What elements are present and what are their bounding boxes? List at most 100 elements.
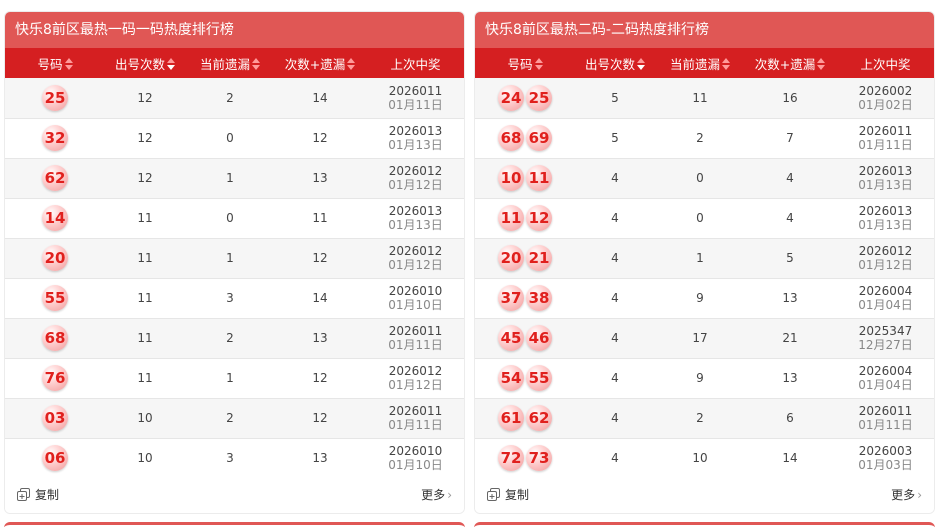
miss-cell: 0 [226,211,234,225]
last-win-cell: 2026011 01月11日 [365,78,464,118]
sort-arrows-icon[interactable] [347,57,356,70]
number-ball: 62 [526,405,552,431]
number-cell: 37 38 [475,278,575,318]
miss-cell: 1 [226,171,234,185]
issue-date: 01月11日 [388,338,443,352]
count-cell: 4 [611,291,619,305]
table-row: 54 55 4 9 13 2026004 01月04日 [475,358,934,398]
miss-cell: 0 [696,211,704,225]
last-win-cell: 2026012 01月12日 [365,238,464,278]
number-cell: 10 11 [475,158,575,198]
column-header-count[interactable]: 出号次数 [575,48,655,78]
count-cell: 11 [137,251,153,265]
column-header-number[interactable]: 号码 [475,48,575,78]
number-ball: 69 [526,125,552,151]
sum-cell: 5 [786,251,794,265]
miss-cell: 1 [226,371,234,385]
column-header-count[interactable]: 出号次数 [105,48,185,78]
issue-date: 01月04日 [858,378,913,392]
table-row: 32 12 0 12 2026013 01月13日 [5,118,464,158]
count-cell: 4 [611,251,619,265]
copy-icon [487,488,500,501]
count-cell: 11 [137,211,153,225]
last-win-cell: 2026010 01月10日 [365,278,464,318]
sum-cell: 12 [312,251,328,265]
last-win-cell: 2026003 01月03日 [835,438,934,478]
last-win-cell: 2026013 01月13日 [835,158,934,198]
last-win-cell: 2026004 01月04日 [835,278,934,318]
last-win-cell: 2026004 01月04日 [835,358,934,398]
number-ball: 68 [498,125,524,151]
miss-cell: 2 [226,90,234,105]
issue-number: 2026013 [388,124,443,138]
sum-cell: 13 [782,291,798,305]
issue-number: 2026011 [858,124,913,138]
number-ball: 03 [42,405,68,431]
column-header-sum[interactable]: 次数+遗漏 [275,48,365,78]
last-win-cell: 2026013 01月13日 [365,118,464,158]
miss-cell: 1 [696,251,704,265]
copy-icon [17,488,30,501]
count-cell: 10 [137,411,153,425]
number-ball: 06 [42,445,68,471]
miss-cell: 2 [226,411,234,425]
table-row: 14 11 0 11 2026013 01月13日 [5,198,464,238]
count-cell: 11 [137,371,153,385]
hot-one-code-panel: 快乐8前区最热一码一码热度排行榜 号码 出号次数 当前遗漏 次数+遗漏 上次中奖… [4,11,465,514]
table-row: 25 12 2 14 2026011 01月11日 [5,78,464,118]
sort-arrows-icon[interactable] [167,57,175,70]
column-header-miss[interactable]: 当前遗漏 [185,48,275,78]
count-cell: 5 [611,90,619,105]
count-cell: 12 [137,131,153,145]
sum-cell: 12 [312,371,328,385]
more-link[interactable]: 更多 › [891,486,922,503]
number-ball: 21 [526,245,552,271]
number-cell: 32 [5,118,105,158]
column-header-miss[interactable]: 当前遗漏 [655,48,745,78]
copy-button[interactable]: 复制 [487,486,529,503]
count-cell: 4 [611,171,619,185]
issue-number: 2026012 [388,164,443,178]
miss-cell: 11 [692,90,708,105]
more-link[interactable]: 更多 › [421,486,452,503]
table-row: 62 12 1 13 2026012 01月12日 [5,158,464,198]
number-ball: 25 [42,84,68,111]
number-cell: 20 [5,238,105,278]
number-cell: 68 69 [475,118,575,158]
number-cell: 76 [5,358,105,398]
sort-arrows-icon[interactable] [64,57,73,70]
sort-arrows-icon[interactable] [637,57,645,70]
column-header-number[interactable]: 号码 [5,48,105,78]
last-win-cell: 2026002 01月02日 [835,78,934,118]
sort-arrows-icon[interactable] [817,57,826,70]
table-row: 76 11 1 12 2026012 01月12日 [5,358,464,398]
sort-arrows-icon[interactable] [252,57,260,70]
sum-cell: 14 [312,291,328,305]
issue-number: 2026013 [858,204,913,218]
issue-number: 2026010 [388,284,443,298]
number-ball: 73 [526,445,552,471]
issue-number: 2026004 [858,284,913,298]
issue-number: 2026012 [858,244,913,258]
sort-arrows-icon[interactable] [534,57,543,70]
column-header-sum[interactable]: 次数+遗漏 [745,48,835,78]
number-ball: 61 [498,405,524,431]
number-ball: 45 [498,325,524,351]
copy-button[interactable]: 复制 [17,486,59,503]
miss-cell: 10 [692,451,708,465]
number-cell: 61 62 [475,398,575,438]
number-ball: 55 [526,365,552,391]
number-cell: 55 [5,278,105,318]
sort-arrows-icon[interactable] [722,57,730,70]
more-label: 更多 [421,488,446,502]
table-row: 68 11 2 13 2026011 01月11日 [5,318,464,358]
number-cell: 11 12 [475,198,575,238]
column-header-last-win: 上次中奖 [860,56,911,72]
sum-cell: 16 [782,90,798,105]
sum-cell: 21 [782,331,798,345]
sum-cell: 12 [312,411,328,425]
last-win-cell: 2026011 01月11日 [365,398,464,438]
more-label: 更多 [891,488,916,502]
table-row: 10 11 4 0 4 2026013 01月13日 [475,158,934,198]
number-ball: 11 [526,165,552,191]
